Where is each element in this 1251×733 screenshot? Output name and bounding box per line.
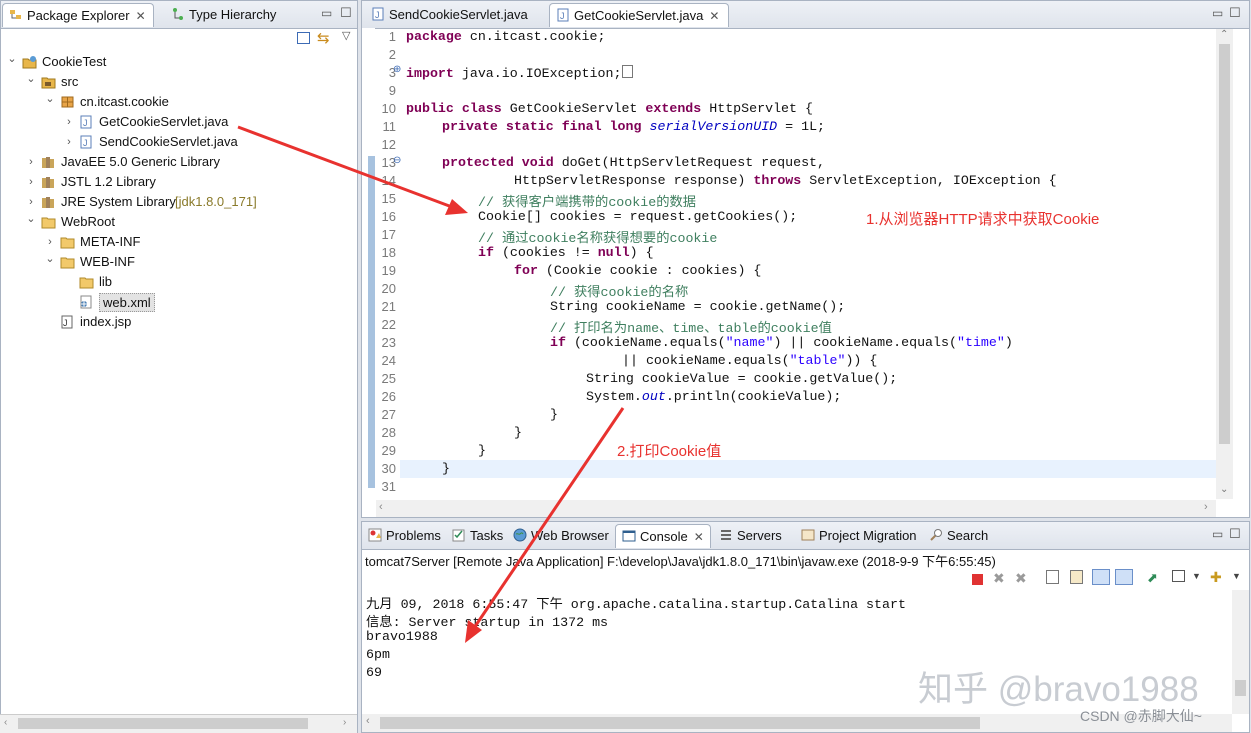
arrow-line-2	[472, 407, 625, 629]
arrow-head-2	[465, 620, 482, 643]
arrow-line-1	[237, 125, 453, 209]
annotation-arrows	[237, 125, 625, 643]
